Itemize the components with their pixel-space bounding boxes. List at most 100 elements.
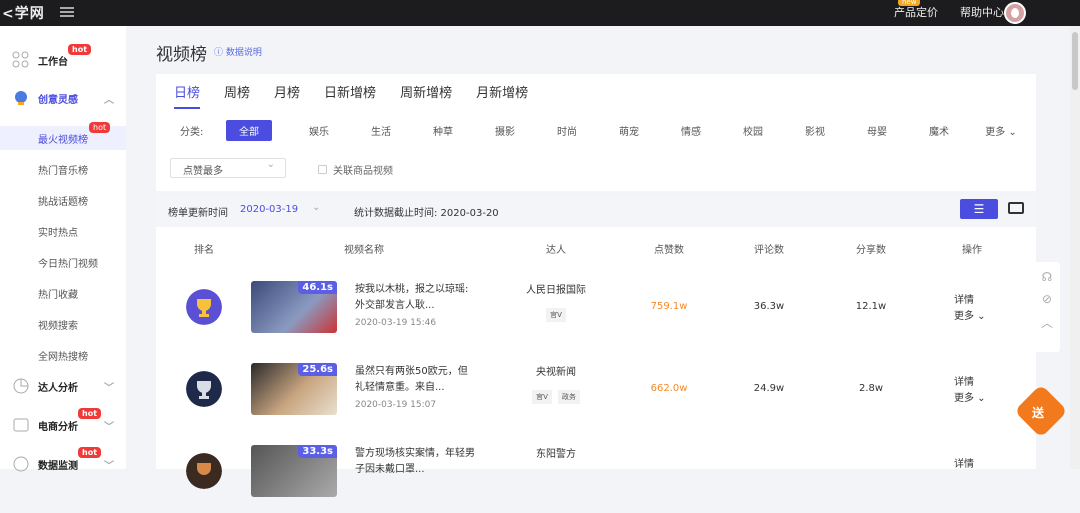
sidebar-item-workbench[interactable]: 工作台 hot	[0, 44, 126, 72]
main-content: 视频榜 ⓘ 数据说明 日榜 周榜 月榜 日新增榜 周新增榜 月新增榜 分类: 全…	[126, 26, 1080, 497]
chevron-down-icon: ﹀	[104, 460, 114, 472]
sidebar-label: 电商分析	[38, 421, 78, 433]
category-more[interactable]: 更多 ⌄	[970, 123, 1032, 138]
sidebar-item-challenge[interactable]: 挑战话题榜	[0, 188, 126, 212]
video-title[interactable]: 虽然只有两张50欧元，但礼轻情意重。来自...	[355, 364, 475, 396]
video-time: 2020-03-19 15:46	[355, 318, 437, 328]
video-title[interactable]: 按我以木桃，报之以琼瑶: 外交部发言人耿...	[355, 282, 475, 314]
category-item[interactable]: 影视	[784, 123, 846, 138]
author-name[interactable]: 东阳警方	[516, 445, 596, 460]
more-dropdown[interactable]: 更多 ⌄	[954, 309, 986, 325]
logo[interactable]: <学网	[2, 3, 45, 23]
video-thumbnail[interactable]: 25.6s	[251, 363, 337, 415]
help-link[interactable]: 帮助中心	[960, 4, 1004, 20]
trophy-silver-icon	[186, 371, 222, 407]
trophy-gold-icon	[186, 289, 222, 325]
avatar[interactable]	[1004, 2, 1026, 24]
tab-daily[interactable]: 日榜	[174, 82, 201, 109]
monitor-icon	[13, 456, 29, 472]
duration-badge: 46.1s	[298, 281, 337, 294]
sidebar-item-hot-videos[interactable]: 最火视频榜 hot	[0, 122, 126, 150]
col-video: 视频名称	[344, 245, 384, 256]
related-goods-checkbox[interactable]: 关联商品视频	[318, 162, 393, 177]
chevron-down-icon[interactable]: ⌄	[312, 202, 320, 213]
sidebar-item-ecommerce[interactable]: 电商分析 hot ﹀	[0, 408, 126, 437]
shares-count: 12.1w	[855, 301, 887, 312]
category-item[interactable]: 摄影	[474, 123, 536, 138]
likes-count: 662.0w	[650, 383, 688, 394]
menu-icon[interactable]	[60, 5, 74, 19]
trophy-bronze-icon	[186, 453, 222, 489]
pricing-link[interactable]: 产品定价	[894, 4, 938, 20]
category-item[interactable]: 时尚	[536, 123, 598, 138]
sidebar-label: 挑战话题榜	[38, 196, 88, 208]
sidebar-item-search[interactable]: 视频搜索	[0, 312, 126, 336]
sidebar-item-realtime[interactable]: 实时热点	[0, 219, 126, 243]
comments-count: 24.9w	[753, 383, 785, 394]
tabs: 日榜 周榜 月榜 日新增榜 周新增榜 月新增榜	[174, 82, 552, 109]
category-item[interactable]: 种草	[412, 123, 474, 138]
category-item[interactable]: 情感	[660, 123, 722, 138]
top-navbar: <学网 产品定价 帮助中心 new	[0, 0, 1080, 26]
list-view-button[interactable]: ☰	[960, 199, 998, 219]
category-item[interactable]: 校园	[722, 123, 784, 138]
shares-count: 2.8w	[858, 383, 884, 394]
video-view-icon[interactable]	[1008, 202, 1024, 214]
author-name[interactable]: 人民日报国际	[516, 281, 596, 296]
author-name[interactable]: 央视新闻	[516, 363, 596, 378]
sidebar-label: 数据监测	[38, 460, 78, 472]
video-time: 2020-03-19 15:07	[355, 400, 437, 410]
sidebar-item-talent[interactable]: 达人分析 ﹀	[0, 374, 126, 398]
category-item[interactable]: 生活	[350, 123, 412, 138]
tab-weekly-new[interactable]: 周新增榜	[400, 82, 452, 109]
details-link[interactable]: 详情	[954, 293, 986, 309]
hot-badge: hot	[89, 122, 111, 133]
video-thumbnail[interactable]: 46.1s	[251, 281, 337, 333]
compass-icon[interactable]: ⊘	[1042, 292, 1052, 306]
float-toolbar: ☊ ⊘ ︿	[1034, 262, 1060, 352]
scrollbar-thumb[interactable]	[1072, 32, 1078, 90]
sidebar-item-music[interactable]: 热门音乐榜	[0, 157, 126, 181]
scrollbar[interactable]	[1070, 26, 1080, 469]
category-all[interactable]: 全部	[226, 120, 272, 141]
category-filter: 分类: 全部 娱乐 生活 种草 摄影 时尚 萌宠 情感 校园 影视 母婴 魔术 …	[180, 120, 1032, 141]
details-link[interactable]: 详情	[954, 457, 974, 473]
details-link[interactable]: 详情	[954, 375, 986, 391]
sidebar-item-today-hot[interactable]: 今日热门视频	[0, 250, 126, 274]
sidebar-item-monitor[interactable]: 数据监测 hot ﹀	[0, 447, 126, 476]
video-thumbnail[interactable]: 33.3s	[251, 445, 337, 497]
update-date-select[interactable]: 2020-03-19	[240, 204, 298, 215]
col-actions: 操作	[962, 245, 982, 256]
table-row: 46.1s 按我以木桃，报之以琼瑶: 外交部发言人耿... 2020-03-19…	[156, 267, 1036, 349]
video-title[interactable]: 警方现场核实案情，年轻男子因未戴口罩...	[355, 446, 475, 478]
category-item[interactable]: 魔术	[908, 123, 970, 138]
sidebar-item-trending[interactable]: 全网热搜榜	[0, 343, 126, 367]
sidebar-item-creative[interactable]: 创意灵感 ︿	[0, 86, 126, 110]
data-note-link[interactable]: ⓘ 数据说明	[214, 45, 262, 58]
col-rank: 排名	[194, 245, 214, 256]
table-row: 33.3s 警方现场核实案情，年轻男子因未戴口罩... 东阳警方 详情	[156, 431, 1036, 513]
update-label: 榜单更新时间	[168, 208, 228, 219]
category-item[interactable]: 母婴	[846, 123, 908, 138]
tab-monthly-new[interactable]: 月新增榜	[476, 82, 528, 109]
sidebar-label: 工作台	[38, 56, 68, 68]
new-badge: new	[898, 0, 921, 6]
pie-icon	[13, 378, 29, 394]
more-dropdown[interactable]: 更多 ⌄	[954, 391, 986, 407]
tab-monthly[interactable]: 月榜	[274, 82, 300, 109]
checkbox-label: 关联商品视频	[333, 166, 393, 177]
col-author: 达人	[546, 245, 566, 256]
sort-select[interactable]: 点赞最多	[170, 158, 286, 178]
filter-card: 日榜 周榜 月榜 日新增榜 周新增榜 月新增榜 分类: 全部 娱乐 生活 种草 …	[156, 74, 1036, 191]
sidebar-label: 创意灵感	[38, 94, 78, 106]
back-to-top-icon[interactable]: ︿	[1041, 314, 1053, 331]
more-label: 更多	[985, 127, 1006, 138]
tab-daily-new[interactable]: 日新增榜	[324, 82, 376, 109]
sidebar-item-favorites[interactable]: 热门收藏	[0, 281, 126, 305]
bulb-icon	[15, 91, 27, 105]
likes-count: 759.1w	[650, 301, 688, 312]
headset-icon[interactable]: ☊	[1042, 270, 1053, 284]
category-item[interactable]: 萌宠	[598, 123, 660, 138]
category-item[interactable]: 娱乐	[288, 123, 350, 138]
tab-weekly[interactable]: 周榜	[224, 82, 250, 109]
